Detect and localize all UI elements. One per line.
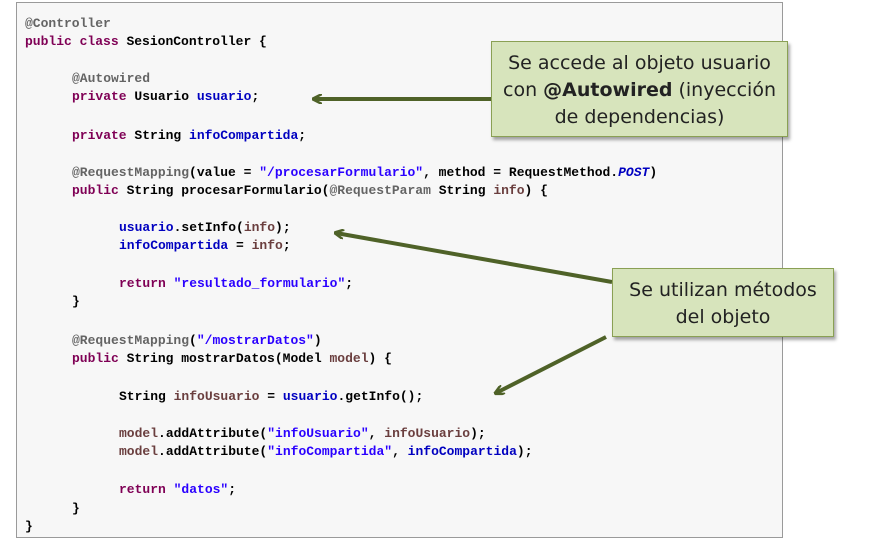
code-line-19: } [25, 519, 33, 534]
callout-autowired: Se accede al objeto usuario con @Autowir… [491, 41, 788, 137]
code-line-5: private String infoCompartida; [72, 128, 307, 143]
callout-autowired-line-1: Se accede al objeto usuario [508, 52, 771, 74]
callout-methods-line-2: del objeto [675, 306, 771, 328]
callout-autowired-line-3: de dependencias) [554, 106, 725, 128]
code-line-1: @Controller [25, 16, 111, 31]
code-line-14: String infoUsuario = usuario.getInfo(); [119, 389, 424, 404]
code-line-3: @Autowired [72, 71, 151, 86]
code-line-2: public class SesionController { [25, 34, 267, 49]
code-line-10: return "resultado_formulario"; [119, 276, 354, 291]
callout-methods-line-1: Se utilizan métodos [629, 279, 817, 301]
callout-autowired-line-2: con @Autowired (inyección [503, 79, 776, 101]
code-line-7: public String procesarFormulario(@Reques… [72, 183, 548, 198]
code-line-6: @RequestMapping(value = "/procesarFormul… [72, 165, 658, 180]
code-line-8: usuario.setInfo(info); [119, 220, 291, 235]
code-line-12: @RequestMapping("/mostrarDatos") [72, 333, 322, 348]
code-line-17: return "datos"; [119, 482, 237, 497]
code-line-16: model.addAttribute("infoCompartida", inf… [119, 444, 533, 459]
callout-methods: Se utilizan métodos del objeto [612, 268, 834, 337]
code-line-4: private Usuario usuario; [72, 89, 260, 104]
code-line-9: infoCompartida = info; [119, 238, 291, 253]
code-line-18: } [72, 501, 80, 516]
code-line-11: } [72, 294, 80, 309]
code-line-13: public String mostrarDatos(Model model) … [72, 351, 392, 366]
code-line-15: model.addAttribute("infoUsuario", infoUs… [119, 426, 486, 441]
